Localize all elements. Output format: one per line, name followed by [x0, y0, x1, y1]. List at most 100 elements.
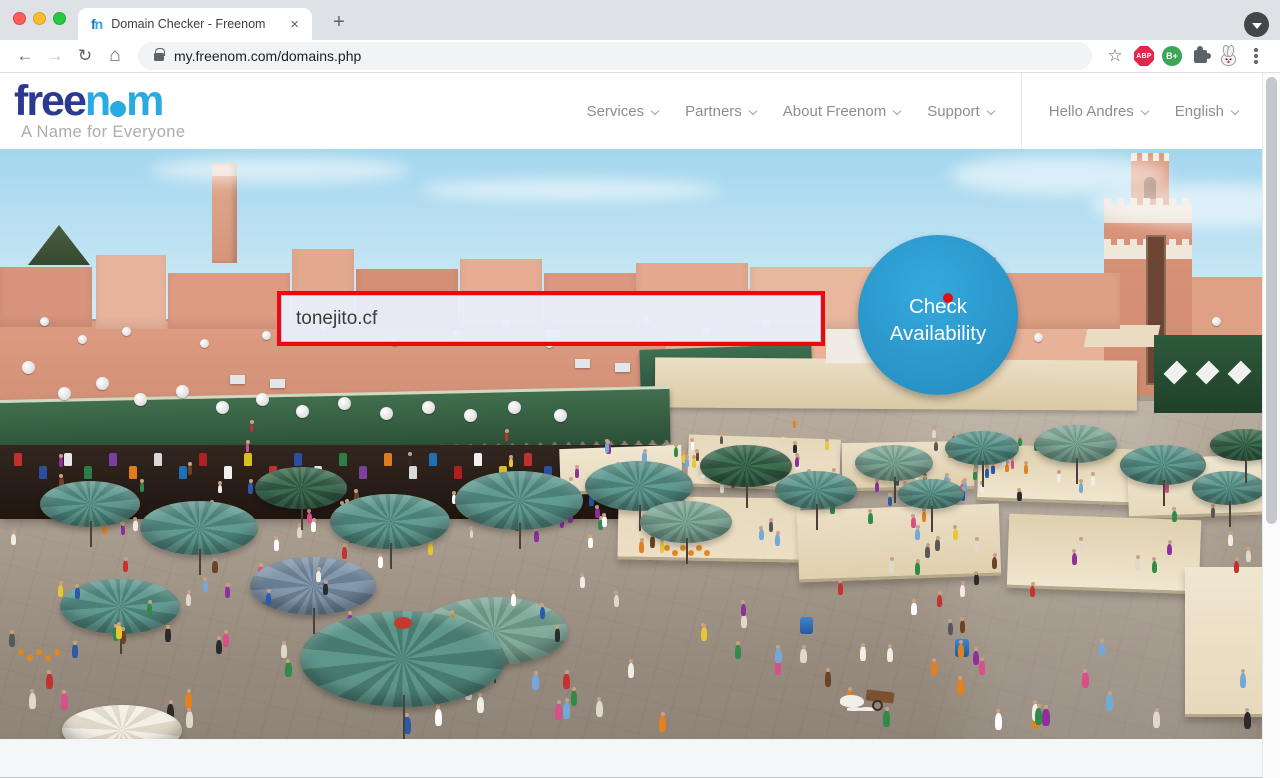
kiosk-diamond [1196, 361, 1220, 385]
pp [915, 529, 920, 540]
jer [14, 453, 22, 466]
pp [1211, 507, 1216, 518]
pp [223, 633, 229, 647]
browser-profile-button[interactable] [1244, 12, 1269, 37]
pp [9, 633, 15, 647]
rabbit-extension-button[interactable] [1214, 42, 1242, 70]
umbrella [300, 611, 505, 707]
pp [825, 442, 829, 450]
pp [1167, 544, 1172, 556]
pp [61, 693, 68, 709]
jer [179, 466, 187, 479]
reload-button[interactable] [70, 42, 100, 70]
nav-item-about-freenom[interactable]: About Freenom [783, 103, 900, 120]
pp [1072, 553, 1077, 565]
jer [39, 466, 47, 479]
pp [203, 581, 208, 593]
pp [29, 693, 36, 709]
dish [1034, 333, 1043, 342]
pp [281, 644, 287, 658]
pp [116, 625, 122, 638]
blk [168, 273, 290, 329]
pp [595, 508, 599, 518]
pp [563, 674, 570, 690]
pp [1228, 534, 1233, 545]
nav-item-services[interactable]: Services [587, 103, 659, 120]
pp [408, 455, 412, 464]
pp [428, 543, 433, 555]
pp [1135, 559, 1140, 571]
pp [883, 710, 890, 727]
browser-menu-button[interactable] [1242, 42, 1270, 70]
dish [464, 409, 477, 422]
back-button[interactable] [10, 42, 40, 70]
nav-item-account[interactable]: Hello Andres [1049, 103, 1148, 120]
jer [384, 453, 392, 466]
umbrella [640, 501, 732, 543]
pp [937, 595, 942, 607]
orange-dot [704, 550, 710, 556]
dish [554, 409, 567, 422]
pp [735, 645, 741, 659]
nav-item-partners[interactable]: Partners [685, 103, 756, 120]
pp [957, 679, 964, 695]
pp [165, 628, 171, 642]
url-text[interactable]: my.freenom.com/domains.php [174, 48, 361, 64]
address-bar[interactable]: my.freenom.com/domains.php [138, 42, 1092, 70]
pp [311, 521, 316, 532]
jer [294, 453, 302, 466]
umbrella [1035, 425, 1117, 463]
new-tab-button[interactable]: + [326, 10, 352, 36]
pp [660, 541, 665, 553]
forward-button[interactable] [40, 42, 70, 70]
chevron-down-icon [893, 106, 901, 114]
orange-dot [672, 550, 678, 556]
pp [470, 530, 474, 539]
check-availability-button[interactable]: Check Availability [858, 235, 1018, 395]
traffic-light-minimize-button[interactable] [33, 12, 46, 25]
pp [555, 628, 561, 642]
traffic-light-zoom-button[interactable] [53, 12, 66, 25]
pp [580, 576, 585, 587]
dish [134, 393, 147, 406]
domain-input[interactable] [281, 295, 821, 342]
pp [1153, 711, 1160, 728]
dish [216, 401, 229, 414]
pp [628, 663, 634, 678]
extensions-button[interactable] [1186, 42, 1214, 70]
pp [511, 594, 516, 606]
pp [212, 561, 217, 573]
dish [122, 327, 131, 336]
nav-item-language[interactable]: English [1175, 103, 1238, 120]
pp [540, 607, 545, 620]
adblock-extension-button[interactable]: ABP [1130, 42, 1158, 70]
pp [509, 458, 513, 467]
bplus-extension-button[interactable]: B+ [1158, 42, 1186, 70]
pp [588, 537, 593, 548]
freenom-logo[interactable]: freenm [14, 81, 162, 121]
freenom-favicon-icon: fn [91, 16, 102, 32]
site-header: freenm A Name for Everyone Services Part… [0, 73, 1262, 149]
pp [1017, 491, 1021, 501]
tab-close-icon[interactable]: × [287, 16, 302, 33]
jer [429, 453, 437, 466]
nav-item-support[interactable]: Support [927, 103, 994, 120]
pp [1011, 460, 1015, 469]
pp [973, 471, 977, 480]
pp [121, 525, 125, 534]
home-button[interactable] [100, 42, 130, 70]
pp [596, 701, 603, 718]
page-scrollbar[interactable] [1262, 73, 1280, 778]
pp [218, 485, 222, 494]
pp [147, 603, 152, 616]
traffic-light-close-button[interactable] [13, 12, 26, 25]
bookmark-star-button[interactable] [1100, 42, 1130, 70]
cloud [420, 179, 720, 201]
pp [759, 529, 764, 540]
browser-tab[interactable]: fn Domain Checker - Freenom × [78, 8, 312, 40]
scrollbar-thumb[interactable] [1266, 77, 1277, 524]
pp [140, 482, 144, 492]
pp [11, 534, 16, 545]
jer [454, 466, 462, 479]
pp [701, 627, 707, 641]
